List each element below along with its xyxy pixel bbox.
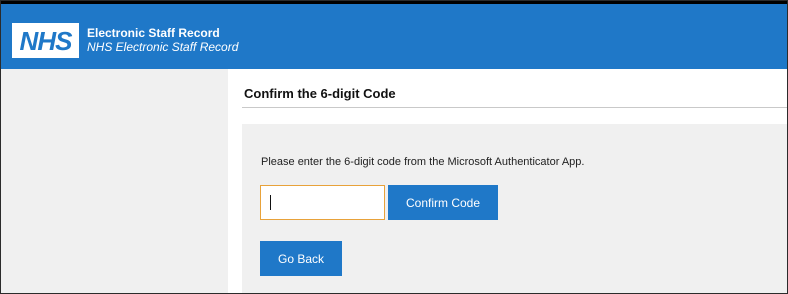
header-bar: NHS Electronic Staff Record NHS Electron…	[1, 1, 787, 69]
app-title: Electronic Staff Record	[87, 26, 220, 40]
instruction-text: Please enter the 6-digit code from the M…	[261, 156, 585, 168]
nhs-logo-text: NHS	[19, 25, 73, 56]
app-window: NHS Electronic Staff Record NHS Electron…	[0, 0, 788, 294]
app-subtitle: NHS Electronic Staff Record	[87, 40, 239, 54]
title-divider	[242, 107, 787, 108]
text-cursor	[270, 195, 271, 210]
confirm-code-button[interactable]: Confirm Code	[388, 185, 498, 220]
nhs-logo: NHS	[12, 23, 79, 58]
page-title: Confirm the 6-digit Code	[244, 86, 396, 101]
sidebar	[1, 69, 228, 293]
code-input[interactable]	[260, 185, 385, 220]
go-back-button[interactable]: Go Back	[260, 241, 342, 276]
